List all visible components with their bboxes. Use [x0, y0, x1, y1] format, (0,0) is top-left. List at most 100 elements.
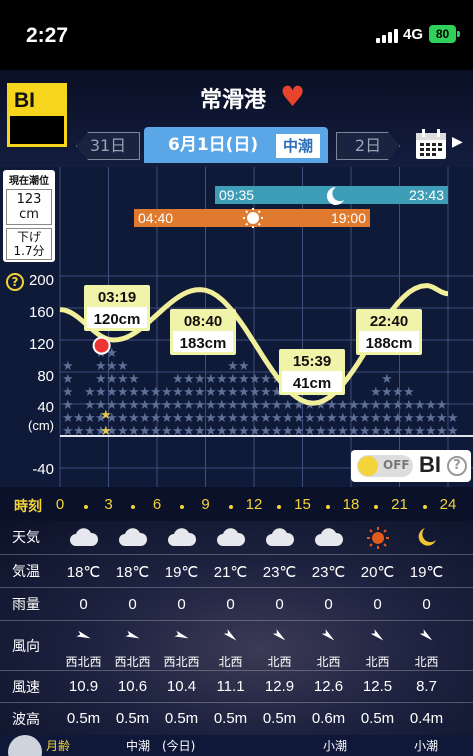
bi-logo[interactable]: BI [7, 83, 67, 147]
bi-star: ★ [216, 424, 228, 439]
bi-star: ★ [73, 424, 85, 439]
bi-star-gold: ★ [100, 424, 112, 439]
bi-star: ★ [436, 398, 448, 413]
calendar-icon[interactable] [414, 127, 448, 161]
rain-cell: 0 [324, 596, 333, 613]
temp-cell: 21℃ [213, 564, 248, 581]
bi-star-gold: ★ [100, 408, 112, 423]
moon-age-label: 月齢 [46, 739, 71, 753]
bi-star: ★ [84, 398, 96, 413]
tide-extremum-label: 08:40 183cm [170, 309, 236, 355]
cloud-icon [108, 526, 157, 552]
sun-rise-label: 04:40 [138, 210, 173, 226]
bi-star: ★ [183, 411, 195, 426]
favorite-heart-icon[interactable]: ♥ [280, 80, 305, 113]
extremum-value: 183cm [180, 335, 227, 352]
bi-star: ★ [128, 424, 140, 439]
bi-star: ★ [238, 424, 250, 439]
bi-star: ★ [315, 424, 327, 439]
bi-overlay-toggle[interactable]: OFF BI ? [351, 450, 471, 482]
temp-cell: 19℃ [409, 564, 444, 581]
temp-cell: 18℃ [66, 564, 101, 581]
port-name: 常滑港 [200, 88, 267, 113]
tide-type-badge: 中潮 [276, 134, 320, 158]
bi-star: ★ [216, 372, 228, 387]
bi-star: ★ [249, 372, 261, 387]
rain-cell: 0 [275, 596, 284, 613]
wave-cell: 0.6m [311, 710, 346, 727]
bi-star: ★ [348, 398, 360, 413]
next-day-button[interactable]: 2日 [336, 132, 400, 160]
bi-star: ★ [348, 424, 360, 439]
hour-tick: 3 [104, 496, 113, 513]
bi-star: ★ [392, 424, 404, 439]
bi-star: ★ [84, 385, 96, 400]
network-label: 4G [403, 26, 424, 43]
bi-star: ★ [172, 372, 184, 387]
wind-direction-cell: 西北西 [108, 625, 157, 670]
calendar-arrow-icon[interactable]: ▶ [452, 134, 463, 150]
bi-star: ★ [106, 359, 118, 374]
temp-cell: 19℃ [164, 564, 199, 581]
temp-cell: 23℃ [262, 564, 297, 581]
hour-tick: 6 [152, 496, 162, 513]
bi-star: ★ [117, 411, 129, 426]
wave-cell: 0.5m [360, 710, 395, 727]
bi-star: ★ [194, 398, 206, 413]
bi-star: ★ [62, 411, 74, 426]
row-label: 雨量 [12, 597, 40, 613]
hour-tick: 15 [294, 496, 311, 513]
bi-star: ★ [73, 411, 85, 426]
extremum-value: 188cm [366, 335, 413, 352]
bi-star: ★ [128, 398, 140, 413]
toggle-help-icon[interactable]: ? [447, 456, 467, 476]
bi-star: ★ [425, 398, 437, 413]
wind-speed-cell: 12.9 [264, 678, 295, 695]
y-tick-200: 200 [28, 272, 54, 289]
bi-star: ★ [403, 398, 415, 413]
bi-star: ★ [117, 359, 129, 374]
prev-day-button[interactable]: 31日 [76, 132, 140, 160]
bi-star: ★ [150, 385, 162, 400]
bi-star: ★ [403, 385, 415, 400]
bi-star: ★ [260, 385, 272, 400]
sun-icon [353, 526, 402, 554]
bi-star: ★ [447, 424, 459, 439]
toggle-switch[interactable]: OFF [357, 455, 413, 477]
bi-star: ★ [282, 411, 294, 426]
wave-cell: 0.5m [213, 710, 248, 727]
bi-star: ★ [183, 385, 195, 400]
bi-star: ★ [359, 398, 371, 413]
bi-star: ★ [227, 411, 239, 426]
toggle-bi-label: BI [419, 452, 441, 477]
bi-star: ★ [370, 398, 382, 413]
bi-star: ★ [62, 398, 74, 413]
bi-star: ★ [260, 398, 272, 413]
bi-star: ★ [95, 385, 107, 400]
bi-star: ★ [227, 385, 239, 400]
bi-star: ★ [392, 398, 404, 413]
bi-star: ★ [238, 398, 250, 413]
status-time: 2:27 [26, 24, 69, 47]
moon-tide-strip[interactable]: 月齢 中潮 (今日) 小潮 小潮 [0, 735, 473, 756]
bi-star: ★ [392, 385, 404, 400]
bi-star: ★ [249, 385, 261, 400]
current-tide-marker [92, 336, 111, 355]
y-tick-minus40: -40 [32, 461, 54, 478]
bi-star: ★ [216, 411, 228, 426]
time-axis-label: 時刻 [14, 499, 42, 515]
bi-star: ★ [84, 411, 96, 426]
wind-direction-text: 北西 [365, 655, 390, 669]
bi-star: ★ [359, 424, 371, 439]
battery-icon: 80 [429, 25, 460, 43]
bi-star: ★ [381, 372, 393, 387]
tide-extremum-label: 03:19 120cm [84, 285, 150, 331]
wind-direction-text: 北西 [218, 655, 243, 669]
current-tide-title: 現在潮位 [9, 176, 49, 187]
wind-direction-text: 西北西 [114, 655, 151, 669]
bi-star: ★ [436, 411, 448, 426]
bi-star: ★ [436, 424, 448, 439]
wind-arrow-icon [419, 629, 432, 641]
hour-tick: 0 [55, 496, 65, 513]
wind-direction-text: 北西 [267, 655, 292, 669]
